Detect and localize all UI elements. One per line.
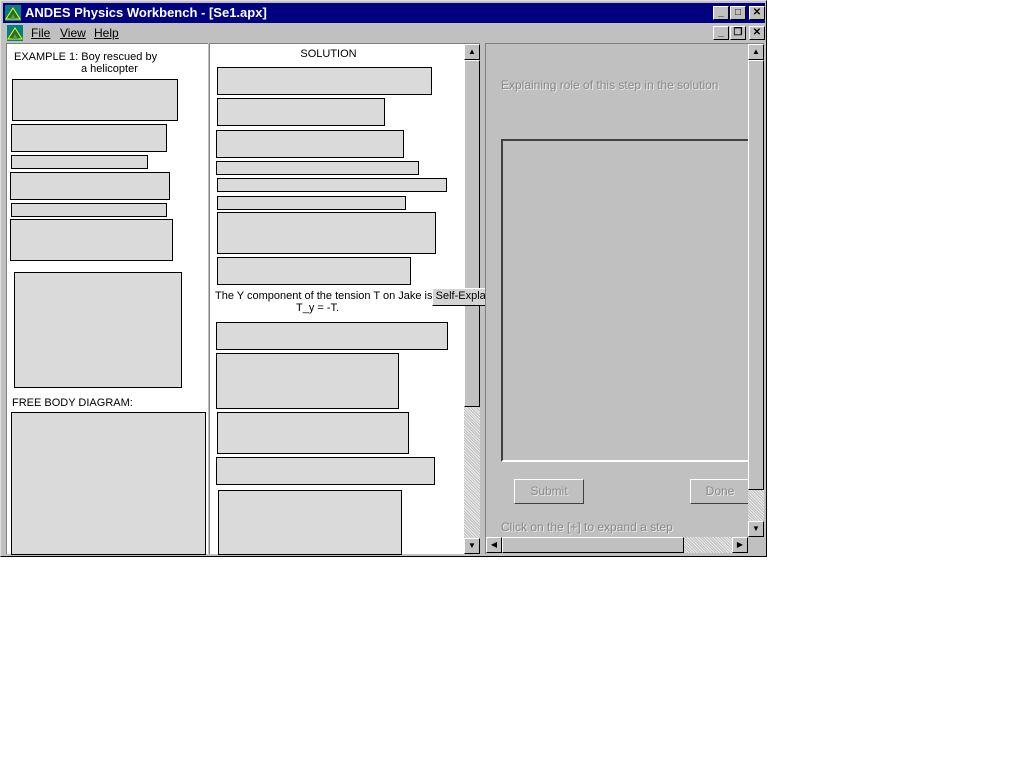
scrollbar-corner <box>748 537 764 553</box>
solution-step[interactable] <box>216 353 399 409</box>
problem-text-block <box>10 172 170 200</box>
explain-hscroll-thumb[interactable] <box>502 537 684 553</box>
scroll-up-arrow-icon[interactable]: ▲ <box>748 44 764 60</box>
minimize-window-button[interactable]: _ <box>713 6 729 20</box>
submit-button[interactable]: Submit <box>514 479 584 504</box>
doc-close-button[interactable]: ✕ <box>749 26 765 40</box>
solution-step[interactable] <box>216 322 448 350</box>
solution-step[interactable] <box>217 67 432 95</box>
explanation-text-area[interactable] <box>501 139 749 462</box>
explain-pane: Explaining role of this step in the solu… <box>485 43 764 554</box>
example-pane: EXAMPLE 1: Boy rescued by a helicopter F… <box>6 43 208 555</box>
expanded-step-text[interactable]: The Y component of the tension T on Jake… <box>215 290 440 314</box>
doc-minimize-button[interactable]: _ <box>713 26 729 40</box>
solution-step[interactable] <box>216 161 419 175</box>
app-window: ANDES Physics Workbench - [Se1.apx] _ □ … <box>0 0 767 557</box>
menu-help-label: Help <box>94 26 119 40</box>
solution-step[interactable] <box>217 178 447 192</box>
scroll-right-arrow-icon[interactable]: ▶ <box>732 537 748 553</box>
solution-scroll-thumb[interactable] <box>464 60 480 407</box>
solution-step[interactable] <box>216 457 435 485</box>
explain-prompt: Explaining role of this step in the solu… <box>501 78 719 92</box>
example-title-line1: EXAMPLE 1: Boy rescued by <box>14 51 158 63</box>
window-title: ANDES Physics Workbench - [Se1.apx] <box>25 5 267 20</box>
problem-text-block <box>11 124 167 152</box>
solution-step[interactable] <box>217 412 409 454</box>
solution-step[interactable] <box>217 196 406 210</box>
explain-vscroll-thumb[interactable] <box>748 60 764 490</box>
done-button[interactable]: Done <box>690 479 750 504</box>
maximize-window-button[interactable]: □ <box>730 6 746 20</box>
free-body-diagram <box>11 412 206 555</box>
menu-bar: File View Help _ ❐ ✕ <box>3 23 765 43</box>
scroll-down-arrow-icon[interactable]: ▼ <box>464 538 480 554</box>
scroll-left-arrow-icon[interactable]: ◀ <box>486 537 502 553</box>
close-window-button[interactable]: ✕ <box>749 6 765 20</box>
solution-step[interactable] <box>218 490 402 555</box>
problem-text-block <box>11 155 148 169</box>
menu-file-label: File <box>31 26 51 40</box>
expanded-step-line2: T_y = -T. <box>296 302 340 314</box>
example-title: EXAMPLE 1: Boy rescued by a helicopter <box>14 51 204 75</box>
solution-step[interactable] <box>217 212 436 254</box>
scroll-up-arrow-icon[interactable]: ▲ <box>464 44 480 60</box>
menu-view-label: View <box>60 26 86 40</box>
menu-help[interactable]: Help <box>94 26 119 40</box>
title-bar[interactable]: ANDES Physics Workbench - [Se1.apx] _ □ … <box>3 3 765 23</box>
doc-restore-button[interactable]: ❐ <box>730 26 746 40</box>
document-icon[interactable] <box>7 25 23 41</box>
solution-step[interactable] <box>216 130 404 158</box>
example-title-line2: a helicopter <box>81 63 138 75</box>
scroll-down-arrow-icon[interactable]: ▼ <box>748 521 764 537</box>
expand-hint: Click on the [+] to expand a step <box>501 520 673 534</box>
solution-header: SOLUTION <box>300 48 357 60</box>
problem-text-block <box>10 219 173 261</box>
menu-view[interactable]: View <box>60 26 86 40</box>
fbd-label: FREE BODY DIAGRAM: <box>12 397 133 409</box>
problem-text-block <box>11 203 167 217</box>
menu-file[interactable]: File <box>31 26 50 40</box>
solution-step[interactable] <box>217 257 411 285</box>
andes-app-icon <box>5 5 21 21</box>
solution-step[interactable] <box>217 98 385 126</box>
expanded-step-line1: The Y component of the tension T on Jake… <box>215 290 433 302</box>
problem-text-block <box>12 79 178 121</box>
problem-picture <box>14 272 182 388</box>
